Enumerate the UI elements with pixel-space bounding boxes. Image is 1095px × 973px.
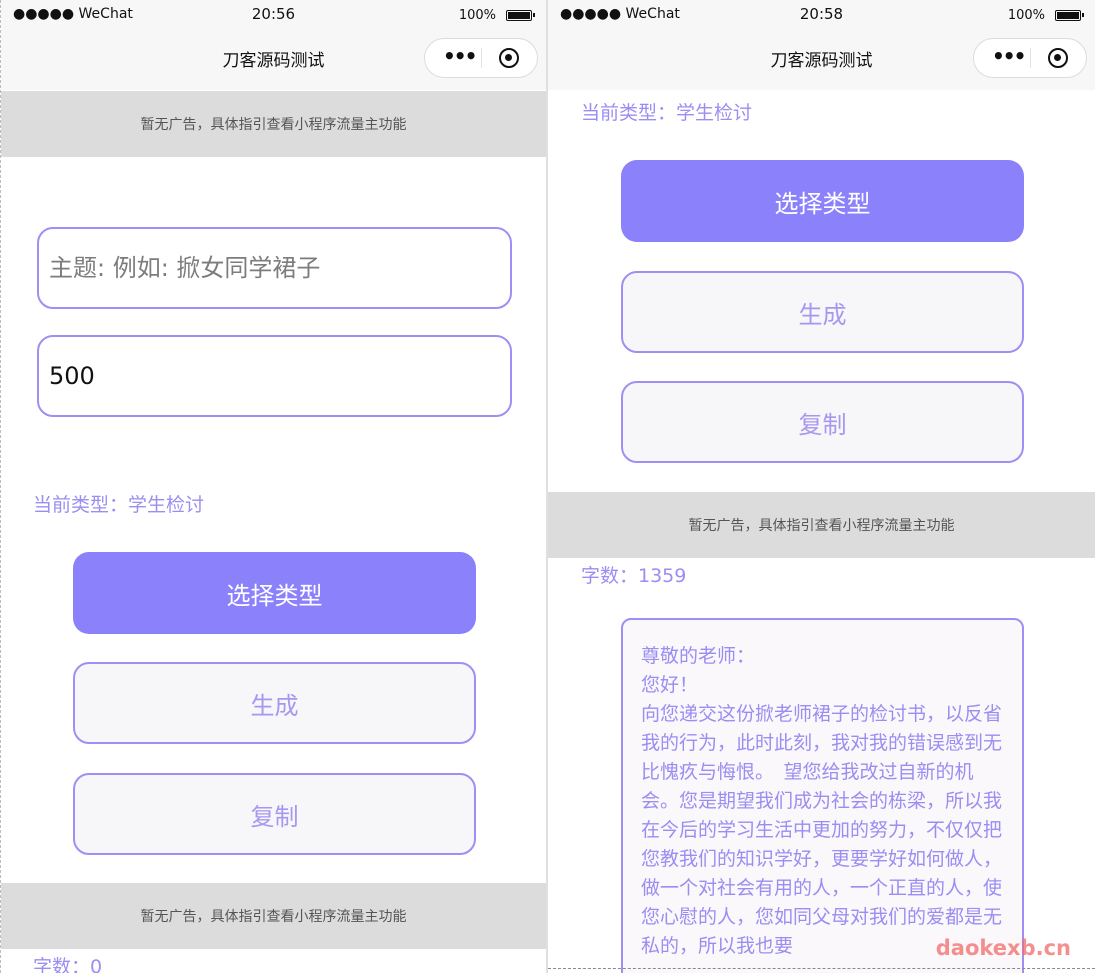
more-icon[interactable]: ••• <box>992 44 1026 68</box>
nav-bar: 刀客源码测试 ••• <box>1 30 546 90</box>
close-target-icon[interactable] <box>1048 48 1068 68</box>
miniprogram-capsule: ••• <box>424 38 538 78</box>
status-bar: ●●●●● WeChat 20:58 100% <box>548 0 1095 30</box>
generate-button[interactable]: 生成 <box>621 271 1024 353</box>
topic-input[interactable] <box>37 227 512 309</box>
result-body: 向您递交这份掀老师裙子的检讨书，以反省我的行为，此时此刻，我对我的错误感到无比愧… <box>641 703 1003 957</box>
battery-icon <box>1055 10 1084 21</box>
battery-percent: 100% <box>1007 8 1045 23</box>
phone-screen-left: ●●●●● WeChat 20:56 100% 刀客源码测试 ••• 暂无广告，… <box>0 0 546 973</box>
generate-button[interactable]: 生成 <box>73 662 476 744</box>
battery-percent: 100% <box>458 8 496 23</box>
result-greeting: 尊敬的老师： <box>641 645 756 667</box>
result-hello: 您好！ <box>641 674 699 696</box>
ad-banner-top: 暂无广告，具体指引查看小程序流量主功能 <box>1 91 546 157</box>
current-type-label: 当前类型：学生检讨 <box>581 102 753 124</box>
close-target-icon[interactable] <box>499 48 519 68</box>
select-type-button[interactable]: 选择类型 <box>73 552 476 634</box>
phone-screen-right: ●●●●● WeChat 20:58 100% 刀客源码测试 ••• 当前类型：… <box>548 0 1095 973</box>
site-watermark: daokexb.cn <box>935 936 1071 960</box>
miniprogram-capsule: ••• <box>973 38 1087 78</box>
word-count-label: 字数：1359 <box>581 565 687 587</box>
status-bar: ●●●●● WeChat 20:56 100% <box>1 0 546 30</box>
select-type-button[interactable]: 选择类型 <box>621 160 1024 242</box>
generated-text-box[interactable]: 尊敬的老师： 您好！ 向您递交这份掀老师裙子的检讨书，以反省我的行为，此时此刻，… <box>621 618 1024 973</box>
word-count-label: 字数：0 <box>33 956 103 973</box>
ad-banner-bottom: 暂无广告，具体指引查看小程序流量主功能 <box>1 883 546 949</box>
word-count-input[interactable] <box>37 335 512 417</box>
copy-button[interactable]: 复制 <box>73 773 476 855</box>
copy-button[interactable]: 复制 <box>621 381 1024 463</box>
capsule-divider <box>481 48 482 68</box>
nav-bar: 刀客源码测试 ••• <box>548 30 1095 90</box>
battery-icon <box>506 10 535 21</box>
ad-banner: 暂无广告，具体指引查看小程序流量主功能 <box>548 492 1095 558</box>
bottom-dashed-edge <box>548 968 1095 969</box>
more-icon[interactable]: ••• <box>443 44 477 68</box>
capsule-divider <box>1030 48 1031 68</box>
screenshot-canvas: ●●●●● WeChat 20:56 100% 刀客源码测试 ••• 暂无广告，… <box>0 0 1095 973</box>
current-type-label: 当前类型：学生检讨 <box>33 494 205 516</box>
